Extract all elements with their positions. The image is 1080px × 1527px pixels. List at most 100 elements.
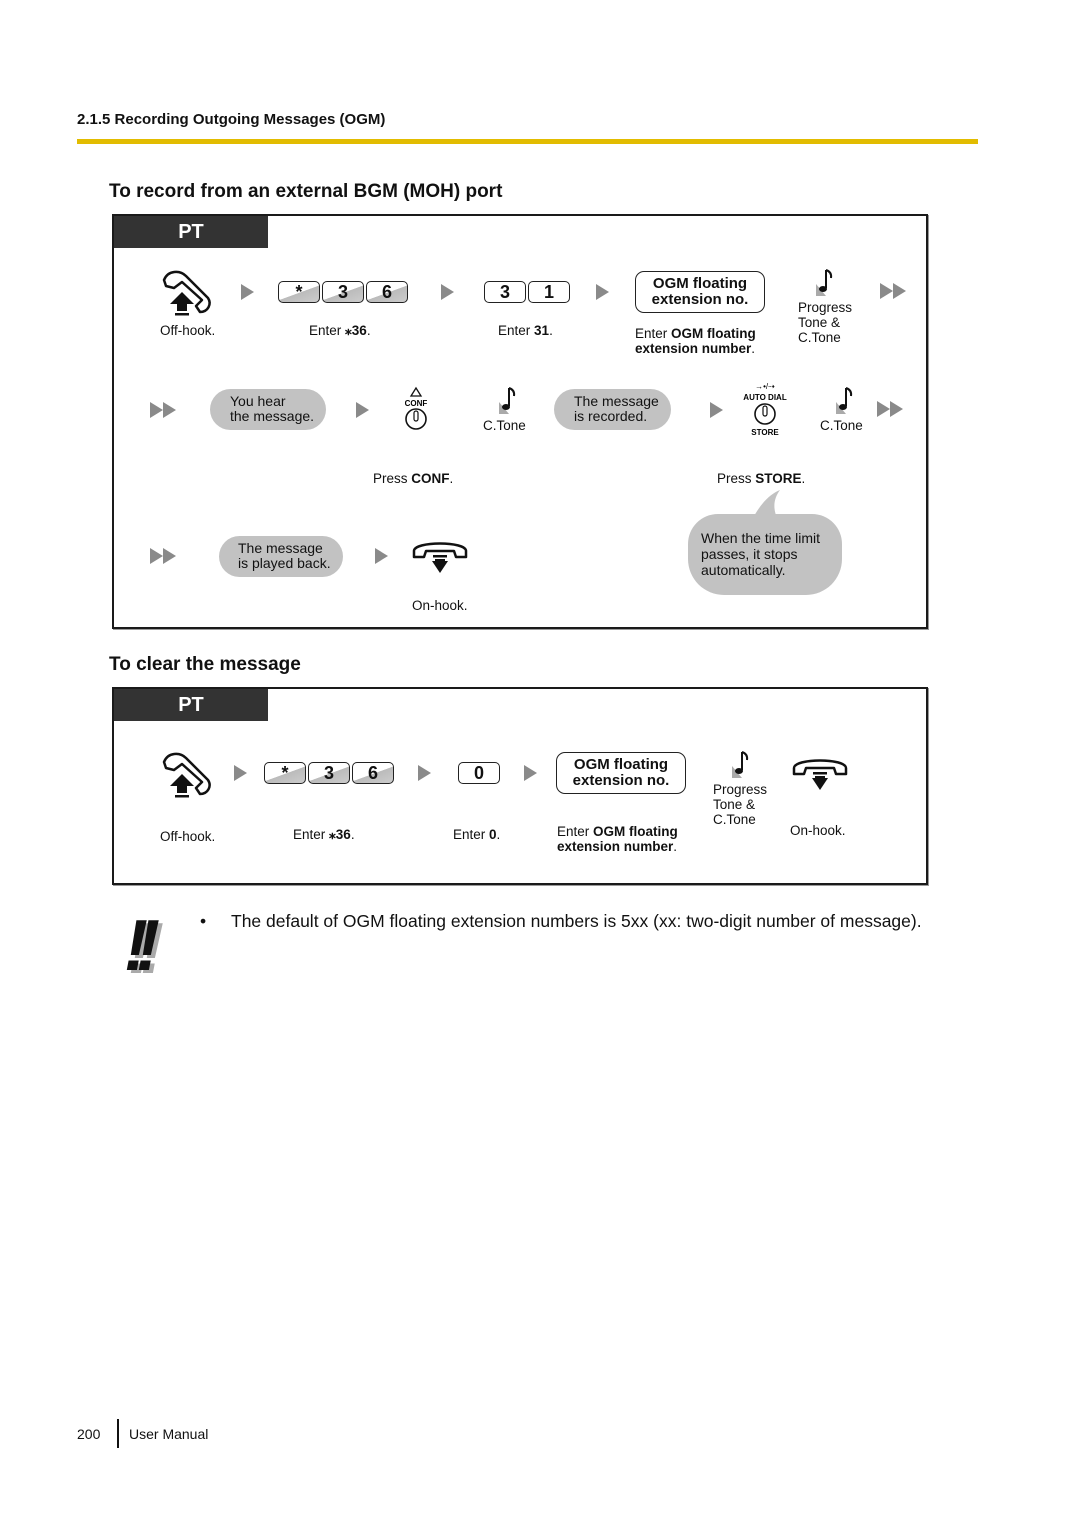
label-prefix: Enter bbox=[309, 323, 346, 338]
callout-line: passes, it stops bbox=[701, 546, 798, 562]
key-sequence-31: 3 1 bbox=[484, 281, 570, 303]
store-caption: STORE bbox=[751, 428, 779, 437]
note-text: The default of OGM floating extension nu… bbox=[231, 911, 922, 931]
auto-dial-caption: AUTO DIAL bbox=[743, 393, 787, 402]
enter-ogm-label: Enter OGM floating extension number. bbox=[557, 824, 678, 854]
ogm-extension-box: OGM floating extension no. bbox=[635, 271, 765, 313]
label-bold: OGM floating bbox=[671, 326, 756, 341]
label-prefix: Enter bbox=[453, 827, 490, 842]
tone-line: Tone & bbox=[713, 797, 756, 812]
label-suffix: . bbox=[751, 341, 756, 356]
tone-icon bbox=[499, 387, 516, 414]
key-6: 6 bbox=[352, 762, 394, 784]
c-tone-label: C.Tone bbox=[820, 418, 863, 433]
header-rule bbox=[77, 139, 978, 144]
tone-line: C.Tone bbox=[713, 812, 756, 827]
press-store-label: Press STORE. bbox=[717, 471, 805, 486]
enter-0-label: Enter 0. bbox=[453, 827, 500, 842]
label-prefix: Enter bbox=[557, 824, 594, 839]
label-prefix: Press bbox=[373, 471, 412, 486]
label-suffix: . bbox=[549, 323, 553, 338]
enter-star36-label: Enter ⁎36. bbox=[293, 827, 355, 842]
conf-button-icon: CONF bbox=[405, 386, 427, 430]
enter-ogm-label: Enter OGM floating extension number. bbox=[635, 326, 756, 356]
label-bold: ⁎36 bbox=[345, 323, 367, 338]
footer-divider bbox=[117, 1419, 119, 1448]
continue-double-arrow-icon bbox=[150, 402, 176, 418]
pill-line: You hear bbox=[230, 393, 286, 409]
label-bold: STORE bbox=[755, 471, 802, 486]
pill-line: The message bbox=[238, 540, 323, 556]
label-suffix: . bbox=[449, 471, 454, 486]
you-hear-message-pill: You hear the message. bbox=[210, 389, 327, 430]
tone-line: Tone & bbox=[798, 315, 841, 330]
pill-line: is recorded. bbox=[574, 408, 648, 424]
callout-line: automatically. bbox=[701, 562, 786, 578]
key-sequence-0: 0 bbox=[458, 762, 500, 784]
next-arrow-icon bbox=[710, 402, 723, 418]
label-bold: ⁎36 bbox=[329, 827, 351, 842]
clear-section-title: To clear the message bbox=[109, 654, 301, 675]
next-arrow-icon bbox=[524, 765, 537, 781]
continue-double-arrow-icon bbox=[877, 401, 903, 417]
store-button-icon: →•/⇢ AUTO DIAL STORE bbox=[743, 382, 787, 437]
note-bullet: • bbox=[200, 911, 207, 931]
pt-badge: PT bbox=[114, 216, 268, 248]
svg-text:→•/⇢: →•/⇢ bbox=[755, 382, 775, 391]
ogm-box-line1: OGM floating bbox=[652, 275, 748, 292]
label-bold: extension number bbox=[557, 839, 674, 854]
key-3: 3 bbox=[308, 762, 350, 784]
key-sequence-star36: * 3 6 bbox=[278, 281, 408, 303]
key-0: 0 bbox=[458, 762, 500, 784]
label-bold: 31 bbox=[534, 323, 550, 338]
off-hook-icon bbox=[162, 270, 211, 316]
offhook-label: Off-hook. bbox=[160, 323, 216, 338]
key-star: * bbox=[278, 281, 320, 303]
next-arrow-icon bbox=[375, 548, 388, 564]
time-limit-callout: When the time limit passes, it stops aut… bbox=[688, 514, 842, 595]
tone-icon bbox=[836, 387, 853, 414]
ogm-extension-box: OGM floating extension no. bbox=[556, 752, 686, 794]
page-number: 200 bbox=[77, 1426, 101, 1442]
key-6: 6 bbox=[366, 281, 408, 303]
label-suffix: . bbox=[366, 323, 371, 338]
tone-icon bbox=[732, 751, 749, 778]
on-hook-icon bbox=[412, 542, 468, 573]
key-3: 3 bbox=[484, 281, 526, 303]
label-prefix: Enter bbox=[498, 323, 535, 338]
progress-tone-label: Progress Tone & C.Tone bbox=[713, 782, 767, 827]
c-tone-label: C.Tone bbox=[483, 418, 526, 433]
label-prefix: Press bbox=[717, 471, 756, 486]
pill-line: the message. bbox=[230, 408, 315, 424]
record-section-title: To record from an external BGM (MOH) por… bbox=[109, 181, 503, 202]
section-header: 2.1.5 Recording Outgoing Messages (OGM) bbox=[77, 111, 386, 128]
warning-icon: !! bbox=[124, 906, 160, 986]
tone-line: Progress bbox=[798, 300, 853, 315]
callout-line: When the time limit bbox=[701, 530, 821, 546]
label-suffix: . bbox=[350, 827, 355, 842]
next-arrow-icon bbox=[418, 765, 431, 781]
ogm-box-line2: extension no. bbox=[572, 772, 670, 789]
enter-31-label: Enter 31. bbox=[498, 323, 553, 338]
next-arrow-icon bbox=[596, 284, 609, 300]
ogm-box-line1: OGM floating bbox=[573, 756, 669, 773]
key-star: * bbox=[264, 762, 306, 784]
tone-line: C.Tone bbox=[798, 330, 841, 345]
label-suffix: . bbox=[496, 827, 501, 842]
message-recorded-pill: The message is recorded. bbox=[554, 389, 671, 430]
continue-double-arrow-icon bbox=[150, 548, 176, 564]
label-bold: OGM floating bbox=[593, 824, 678, 839]
label-suffix: . bbox=[801, 471, 806, 486]
progress-tone-label: Progress Tone & C.Tone bbox=[798, 300, 852, 345]
label-bold: extension number bbox=[635, 341, 752, 356]
label-bold: CONF bbox=[411, 471, 450, 486]
pill-line: The message bbox=[574, 393, 659, 409]
pt-badge: PT bbox=[114, 689, 268, 721]
key-sequence-star36: * 3 6 bbox=[264, 762, 394, 784]
label-suffix: . bbox=[673, 839, 678, 854]
onhook-label: On-hook. bbox=[790, 823, 846, 838]
continue-double-arrow-icon bbox=[880, 283, 906, 299]
key-3: 3 bbox=[322, 281, 364, 303]
label-prefix: Enter bbox=[293, 827, 330, 842]
press-conf-label: Press CONF. bbox=[373, 471, 453, 486]
